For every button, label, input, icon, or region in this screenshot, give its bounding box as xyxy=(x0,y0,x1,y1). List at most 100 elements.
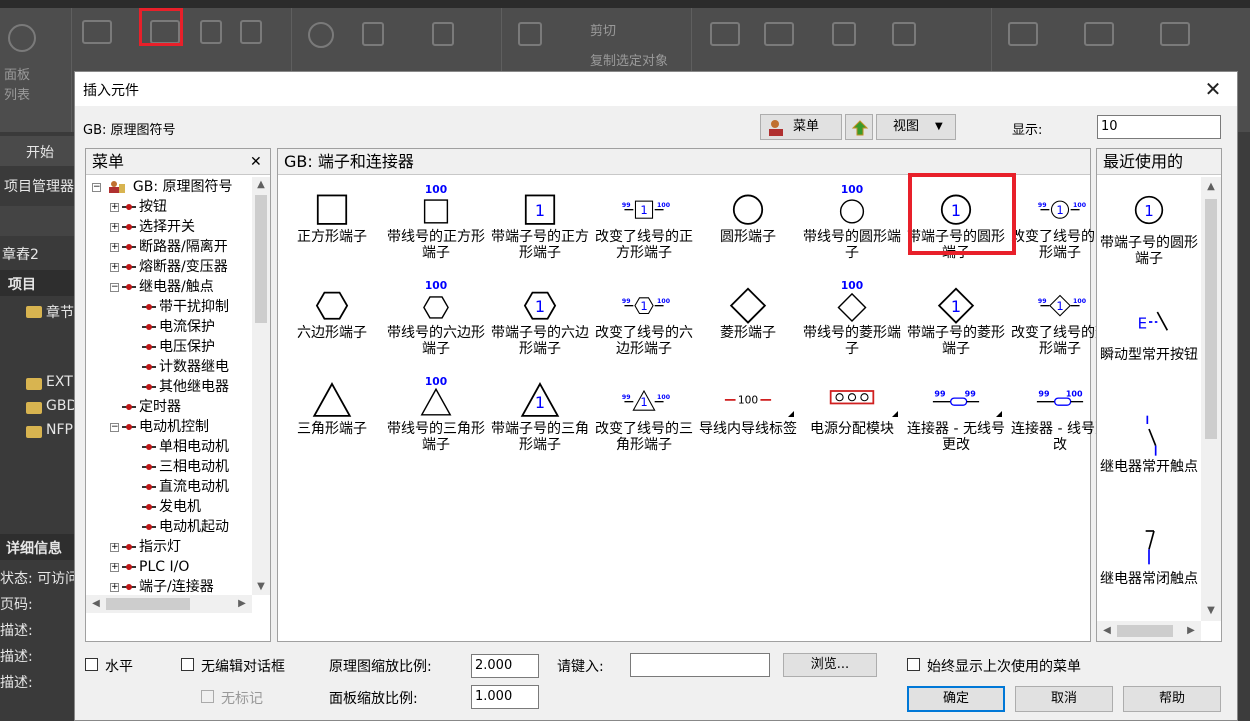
scroll-up-icon[interactable]: ▲ xyxy=(1203,181,1219,192)
view-dropdown[interactable]: 视图 ▼ xyxy=(876,114,956,140)
recent-item[interactable]: E 瞬动型常开按钮 xyxy=(1097,293,1201,403)
tree-item[interactable]: 带干扰抑制 xyxy=(130,297,229,317)
collapse-icon[interactable]: − xyxy=(92,182,101,192)
tree-root[interactable]: − GB: 原理图符号 xyxy=(92,177,233,197)
start-tab[interactable]: 开始 xyxy=(26,142,54,162)
scroll-down-icon[interactable]: ▼ xyxy=(253,581,269,592)
copy-selected-label[interactable]: 复制选定对象 xyxy=(590,50,668,69)
expand-icon[interactable]: + xyxy=(110,562,119,572)
expand-icon[interactable]: + xyxy=(110,582,119,592)
copy-icon[interactable] xyxy=(518,22,542,46)
tree-item[interactable]: + 断路器/隔离开 xyxy=(110,237,228,257)
symbol-cell[interactable]: 100 带线号的六边形端子 xyxy=(384,275,488,371)
symbol-cell[interactable]: 1 带端子号的正方形端子 xyxy=(488,179,592,275)
symbol-cell[interactable]: 六边形端子 xyxy=(280,275,384,371)
tree-item[interactable]: − 继电器/触点 xyxy=(110,277,214,297)
tree-item[interactable]: 定时器 xyxy=(110,397,181,417)
collapse-icon[interactable]: − xyxy=(110,422,119,432)
symbol-cell[interactable]: 电源分配模块 xyxy=(800,371,904,467)
recent-item[interactable]: 1 带端子号的圆形端子 xyxy=(1097,181,1201,291)
ok-button[interactable]: 确定 xyxy=(907,686,1005,712)
horizontal-checkbox[interactable] xyxy=(85,658,98,671)
stretch-wire-icon[interactable] xyxy=(1084,22,1114,46)
display-count-input[interactable]: 10 xyxy=(1097,115,1221,139)
tree-item[interactable]: + PLC I/O xyxy=(110,557,189,577)
tree-item[interactable]: + 选择开关 xyxy=(110,217,195,237)
wire-gap-icon[interactable] xyxy=(832,22,856,46)
expand-icon[interactable]: + xyxy=(110,202,119,212)
recent-hscrollbar[interactable]: ◀ ▶ xyxy=(1097,621,1201,641)
tree-item[interactable]: − 电动机控制 xyxy=(110,417,209,437)
scroll-left-icon[interactable]: ◀ xyxy=(88,598,104,609)
cut-label[interactable]: 剪切 xyxy=(590,20,616,39)
wire-icon[interactable] xyxy=(710,22,740,46)
tree-item[interactable]: 计数器继电 xyxy=(130,357,229,377)
tree-item[interactable]: 发电机 xyxy=(130,497,201,517)
panel-scale-input[interactable]: 1.000 xyxy=(471,685,539,709)
no-edit-dialog-checkbox[interactable] xyxy=(181,658,194,671)
expand-icon[interactable]: + xyxy=(110,242,119,252)
scroll-down-icon[interactable]: ▼ xyxy=(1203,605,1219,616)
scroll-thumb[interactable] xyxy=(255,195,267,323)
wire-sequence-icon[interactable] xyxy=(1160,22,1190,46)
insert-connector-icon[interactable] xyxy=(240,20,262,44)
project-tree-item[interactable]: 章节 xyxy=(46,302,74,322)
project-tree-item[interactable]: GBD xyxy=(46,398,77,414)
insert-component-icon[interactable] xyxy=(200,20,222,44)
schematic-scale-input[interactable]: 2.000 xyxy=(471,654,539,678)
back-button[interactable] xyxy=(845,114,873,140)
symbol-cell[interactable]: 1 99 100 改变了线号的六边形端子 xyxy=(592,275,696,371)
panel-list-icon[interactable] xyxy=(8,24,36,52)
browse-button[interactable]: 浏览... xyxy=(783,653,877,677)
tree-item[interactable]: 三相电动机 xyxy=(130,457,229,477)
wire-number-icon[interactable] xyxy=(764,22,794,46)
tree-item[interactable]: + 指示灯 xyxy=(110,537,181,557)
scoot-icon[interactable] xyxy=(362,22,384,46)
scroll-right-icon[interactable]: ▶ xyxy=(1183,625,1199,636)
symbol-cell[interactable]: 正方形端子 xyxy=(280,179,384,275)
help-button[interactable]: 帮助 xyxy=(1123,686,1221,712)
tree-item[interactable]: + 熔断器/变压器 xyxy=(110,257,228,277)
expand-icon[interactable]: + xyxy=(110,542,119,552)
tree-item[interactable]: 电动机起动 xyxy=(130,517,229,537)
symbol-cell[interactable]: 1 带端子号的三角形端子 xyxy=(488,371,592,467)
expand-icon[interactable]: + xyxy=(110,262,119,272)
symbol-cell[interactable]: 1 带端子号的菱形端子 xyxy=(904,275,1008,371)
recent-scrollbar[interactable]: ▲ ▼ xyxy=(1201,177,1221,621)
no-tag-checkbox[interactable] xyxy=(201,690,214,703)
menu-tree-scrollbar[interactable]: ▲ ▼ xyxy=(252,177,270,595)
symbol-cell[interactable]: 99 99 连接器 - 无线号更改 xyxy=(904,371,1008,467)
hscroll-thumb[interactable] xyxy=(1117,625,1173,637)
wire-type-icon[interactable] xyxy=(892,22,916,46)
tree-item[interactable]: 电流保护 xyxy=(130,317,215,337)
symbol-cell[interactable]: 100 带线号的圆形端子 xyxy=(800,179,904,275)
tree-item[interactable]: + 端子/连接器 xyxy=(110,577,214,595)
hscroll-thumb[interactable] xyxy=(106,598,190,610)
symbol-cell[interactable]: 100 带线号的菱形端子 xyxy=(800,275,904,371)
type-in-input[interactable] xyxy=(630,653,770,677)
symbol-cell[interactable]: 100 带线号的正方形端子 xyxy=(384,179,488,275)
symbol-cell[interactable]: 菱形端子 xyxy=(696,275,800,371)
expand-icon[interactable]: + xyxy=(110,222,119,232)
project-tree-item[interactable]: EXT xyxy=(46,374,73,390)
trim-wire-icon[interactable] xyxy=(1008,22,1038,46)
menu-tree-hscrollbar[interactable]: ◀ ▶ xyxy=(86,595,252,613)
menu-panel-close-icon[interactable]: ✕ xyxy=(250,149,262,175)
symbol-cell[interactable]: 100 带线号的三角形端子 xyxy=(384,371,488,467)
recent-item[interactable]: 继电器常开触点 xyxy=(1097,405,1201,515)
tree-item[interactable]: 单相电动机 xyxy=(130,437,229,457)
insert-wire-icon[interactable] xyxy=(82,20,112,44)
always-show-last-checkbox[interactable] xyxy=(907,658,920,671)
cancel-button[interactable]: 取消 xyxy=(1015,686,1113,712)
project-tree-item[interactable]: NFP xyxy=(46,422,73,438)
scroll-up-icon[interactable]: ▲ xyxy=(253,179,269,190)
recent-item[interactable]: 继电器常闭触点 xyxy=(1097,517,1201,627)
scroll-left-icon[interactable]: ◀ xyxy=(1099,625,1115,636)
tree-item[interactable]: 其他继电器 xyxy=(130,377,229,397)
symbol-cell[interactable]: 1 99 100 改变了线号的三角形端子 xyxy=(592,371,696,467)
tree-item[interactable]: 直流电动机 xyxy=(130,477,229,497)
menu-button[interactable]: 菜单 xyxy=(760,114,842,140)
scroll-thumb[interactable] xyxy=(1205,199,1217,439)
tree-item[interactable]: 电压保护 xyxy=(130,337,215,357)
symbol-cell[interactable]: 1 99 100 改变了线号的正方形端子 xyxy=(592,179,696,275)
